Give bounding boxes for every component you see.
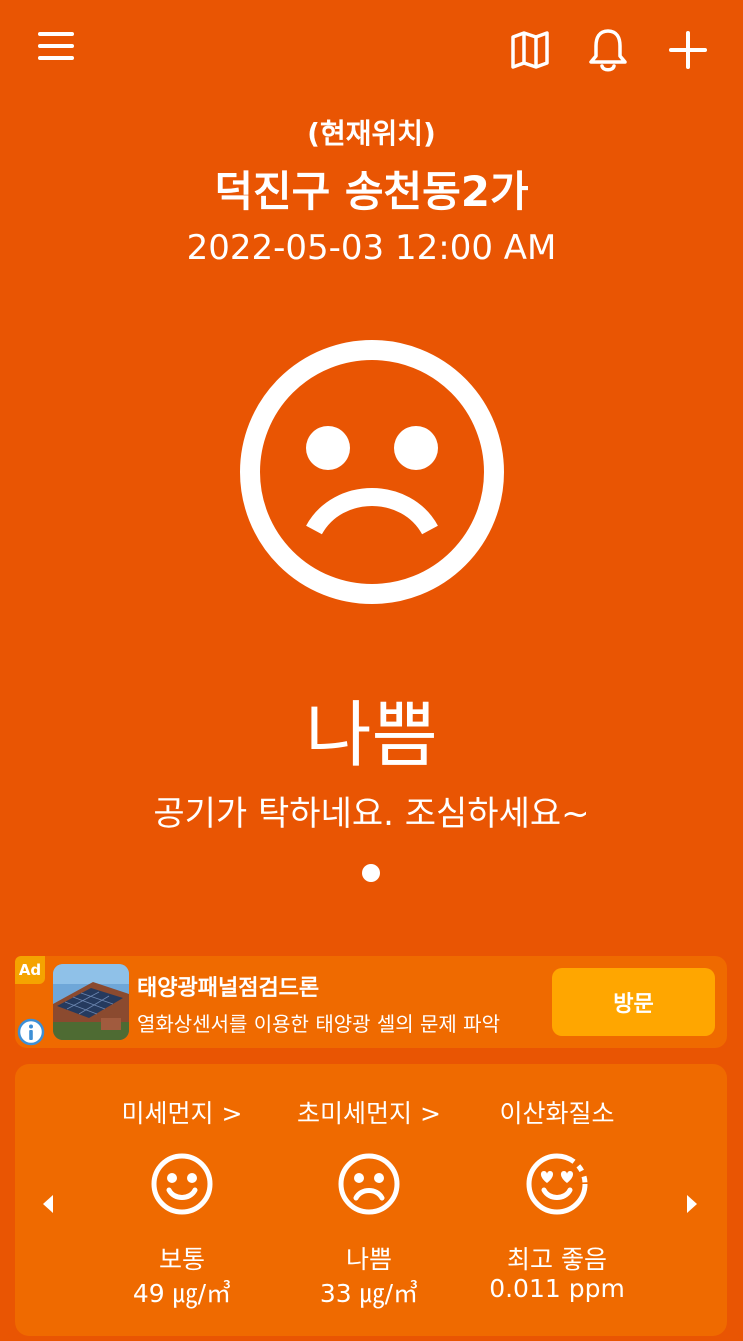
top-bar: [0, 0, 743, 100]
ad-badge: Ad: [15, 956, 45, 984]
metric-status: 보통: [158, 1245, 205, 1274]
metric-title: 이산화질소: [499, 1099, 615, 1128]
metric-value: 0.011 ppm: [489, 1274, 625, 1303]
ad-thumbnail-image: [53, 964, 129, 1040]
air-quality-status: 나쁨: [305, 693, 438, 777]
smile-face-icon: [151, 1153, 213, 1215]
heart-eyes-face-icon: [526, 1153, 588, 1215]
metric-title[interactable]: 미세먼지 >: [87, 1094, 277, 1130]
menu-button[interactable]: [28, 22, 84, 70]
next-arrow-button[interactable]: [671, 1184, 711, 1224]
previous-arrow-button[interactable]: [29, 1184, 69, 1224]
map-button[interactable]: [502, 24, 558, 76]
caret-right-icon: [687, 1195, 697, 1213]
current-location-label: (현재위치): [307, 117, 436, 150]
sad-face-icon: [338, 1153, 400, 1215]
bell-icon: [589, 29, 627, 72]
metric-title[interactable]: 초미세먼지 >: [274, 1094, 464, 1130]
pollutant-card: 미세먼지 > 보통 49 ㎍/㎥ 초미세먼지 > 나쁨 33 ㎍/㎥ 이산화질소…: [15, 1064, 727, 1336]
update-datetime: 2022-05-03 12:00 AM: [186, 228, 557, 268]
air-quality-message: 공기가 탁하네요. 조심하세요~: [153, 794, 590, 834]
metric-pm25[interactable]: 초미세먼지 > 나쁨 33 ㎍/㎥: [274, 1064, 464, 1336]
metric-status: 나쁨: [345, 1245, 392, 1274]
ad-title: 태양광패널점검드론: [137, 976, 320, 1001]
hamburger-menu-icon: [38, 32, 74, 60]
location-name: 덕진구 송천동2가: [214, 167, 529, 216]
metric-value: 49 ㎍/㎥: [132, 1279, 232, 1308]
metric-pm10[interactable]: 미세먼지 > 보통 49 ㎍/㎥: [87, 1064, 277, 1336]
metric-status: 최고 좋음: [507, 1245, 607, 1274]
ad-description: 열화상센서를 이용한 태양광 셀의 문제 파악: [137, 1012, 500, 1036]
map-icon: [511, 31, 549, 69]
ad-visit-button[interactable]: 방문: [552, 968, 715, 1036]
caret-left-icon: [43, 1195, 53, 1213]
page-indicator-dot: [362, 864, 380, 882]
metric-value: 33 ㎍/㎥: [319, 1279, 419, 1308]
info-icon[interactable]: [17, 1018, 45, 1046]
sad-face-icon: [240, 340, 504, 604]
notification-button[interactable]: [580, 22, 636, 78]
add-location-button[interactable]: [660, 22, 716, 78]
ad-banner[interactable]: Ad 태양광패널점검드론 열화상센서를 이용한 태양광 셀의 문제 파악 방문: [15, 956, 727, 1048]
plus-icon: [669, 31, 707, 69]
metric-no2[interactable]: 이산화질소 최고 좋음 0.011 ppm: [462, 1064, 652, 1336]
